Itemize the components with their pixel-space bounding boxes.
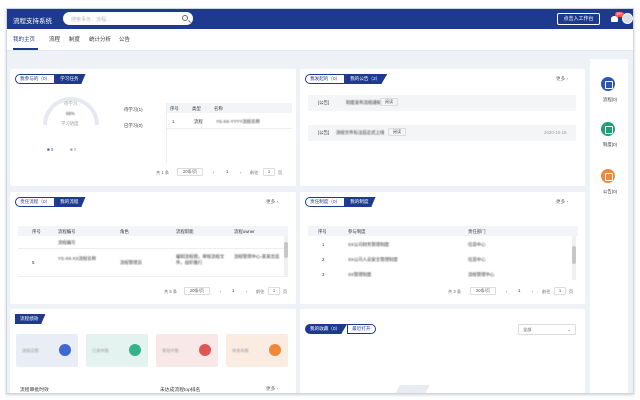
tab-notice[interactable]: 公告 [119,35,130,43]
read-button[interactable]: 阅读 [388,128,406,136]
top-header: 流程支持系统 搜索事务、流程... 点击入工作台 99+ [7,9,633,29]
next-page-icon[interactable]: › [240,170,241,175]
main-tabs: 我的主页 流程 制度 统计分析 公告 [7,29,633,51]
next-page-icon[interactable]: › [246,289,247,294]
app-title: 流程支持系统 [13,18,52,25]
tab-my-notice[interactable]: 我的公告（2） [345,74,388,84]
filter-select[interactable]: 全部 ⌄ [518,324,576,335]
panel-favorites: 我的收藏（0） 最近打开 全部 ⌄ [300,309,585,393]
chevron-down-icon: ⌄ [567,327,571,332]
bell-icon[interactable]: 99+ [609,12,624,24]
current-page[interactable]: 1 [518,288,520,293]
top-ranking-label: 未达成流程top排名 [160,388,201,393]
active-tab-indicator [13,48,38,50]
enter-workbench-button[interactable]: 点击入工作台 [557,13,600,25]
more-link[interactable]: 更多 › [266,199,278,205]
legend-b: ■ 0 [70,147,77,152]
pager-total: 共 5 条 [164,289,178,294]
gauge-label: 待学习 [64,101,78,106]
page-size-select[interactable]: 20条/页 [177,168,203,176]
read-button[interactable]: 阅读 [380,98,398,106]
task-table-header: 序号 类型 名称 [166,103,292,113]
more-link[interactable]: 更多 › [266,386,278,392]
tab-process[interactable]: 流程 [49,35,60,43]
prev-page-icon[interactable]: ‹ [220,289,221,294]
legend-a: ■ 0 [47,147,54,152]
tab-my-process[interactable]: 我的流程 [55,197,86,207]
list-item[interactable]: [公告] 流程文件标注后正式上线 阅读 2020-10-18 [308,125,576,141]
chart-icon [59,344,71,356]
stat-card[interactable]: 已发布数 [86,334,148,367]
check-icon [129,344,141,356]
panel-notice: 我发起的（0） 我的公告（2） 更多 › [公告] 制度发布流程通知 阅读 [公… [300,69,585,186]
page-unit: 页 [283,289,288,294]
tab-my-participation[interactable]: 我参与的（0） [15,74,56,84]
tab-responsible-system[interactable]: 责任制度（0） [305,197,346,207]
goto-input[interactable]: 1 [554,287,566,295]
stat-card[interactable]: 审批中数 [156,334,218,367]
tab-learning-tasks[interactable]: 学习任务 [55,74,86,84]
page-size-select[interactable]: 20条/页 [184,287,210,295]
tab-home[interactable]: 我的主页 [13,35,35,43]
stat-to-learn[interactable]: 待学习(1) [124,107,143,113]
process-icon [601,77,615,91]
panel-performance: 流程绩效 流程总数 已发布数 审批中数 待发布数 流程审批时效 未达成流程top… [10,309,296,393]
stat-card[interactable]: 流程总数 [16,334,78,367]
page-size-select[interactable]: 20条/页 [470,287,496,295]
empty-illustration [391,385,431,393]
tab-system[interactable]: 制度 [69,35,80,43]
pager-total: 共 3 条 [448,289,462,294]
approval-timeliness-label: 流程审批时效 [20,388,49,393]
table-scrollbar[interactable] [572,236,576,280]
avatar[interactable] [622,13,633,24]
goto-label: 前往 [250,170,259,175]
tab-initiated[interactable]: 我发起的（0） [305,74,346,84]
system-table-header: 序号 参与制度 责任部门 [308,226,578,236]
search-placeholder: 搜索事务、流程... [71,16,111,23]
stat-learned[interactable]: 已学习(0) [124,123,143,129]
tab-statistics[interactable]: 统计分析 [89,35,111,43]
panel-process: 责任流程（0） 我的流程 更多 › 序号 流程编号 角色 流程职能 流程owne… [10,192,296,304]
tab-responsible-process[interactable]: 责任流程（0） [15,197,56,207]
prev-page-icon[interactable]: ‹ [506,289,507,294]
prev-page-icon[interactable]: ‹ [213,170,214,175]
notice-icon [601,169,615,183]
performance-title: 流程绩效 [15,314,46,324]
table-scrollbar[interactable] [284,236,288,276]
goto-label: 前往 [542,289,551,294]
list-item[interactable]: [公告] 制度发布流程通知 阅读 [308,95,576,111]
pager-total: 共 1 条 [156,170,170,175]
current-page[interactable]: 1 [226,169,228,174]
search-icon[interactable] [182,15,188,21]
alert-icon [199,344,211,356]
gauge-value: 66% [66,111,75,116]
goto-input[interactable]: 1 [263,168,275,176]
search-input[interactable]: 搜索事务、流程... [63,12,193,25]
more-link[interactable]: 更多 › [556,76,568,82]
quick-sidebar: 流程(0) 制度(0) 公告(0) [590,59,628,393]
goto-label: 前往 [256,289,265,294]
page-unit: 页 [278,170,283,175]
panel-system: 责任制度（0） 我的制度 更多 › 序号 参与制度 责任部门 1 XX公司财务管… [300,192,585,304]
page-unit: 页 [569,289,574,294]
tab-my-favorites[interactable]: 我的收藏（0） [305,324,348,334]
tab-recent[interactable]: 最近打开 [347,324,376,334]
system-icon [601,122,615,136]
tab-my-system[interactable]: 我的制度 [345,197,376,207]
goto-input[interactable]: 1 [268,287,280,295]
process-table-header: 序号 流程编号 角色 流程职能 流程owner [18,226,288,236]
more-link[interactable]: 更多 › [556,199,568,205]
panel-tasks: 我参与的（0） 学习任务 待学习 66% 学习进度 ■ 0 ■ 0 待学习(1)… [10,69,296,186]
pie-icon [269,344,281,356]
stat-card[interactable]: 待发布数 [226,334,288,367]
current-page[interactable]: 1 [232,288,234,293]
app-window: 流程支持系统 搜索事务、流程... 点击入工作台 99+ 我的主页 流程 制度 … [6,8,634,394]
next-page-icon[interactable]: › [532,289,533,294]
gauge-caption: 学习进度 [61,121,79,126]
